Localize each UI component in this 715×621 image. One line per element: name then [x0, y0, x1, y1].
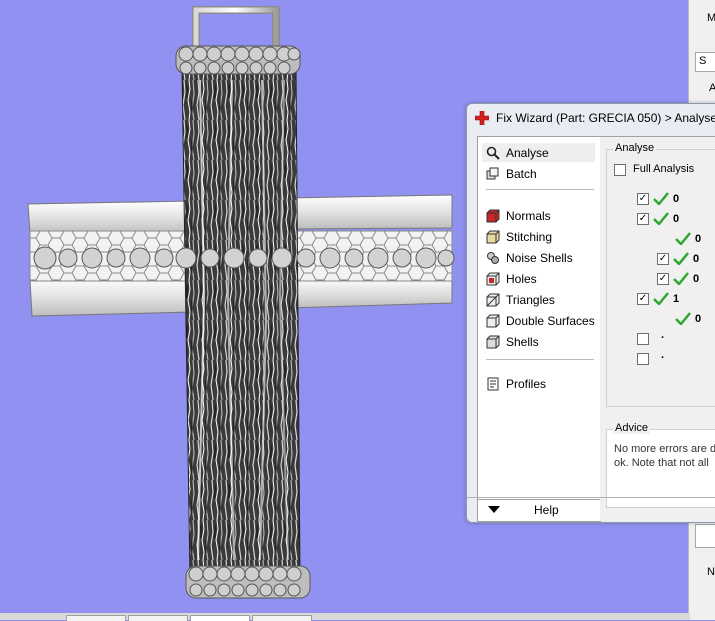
nav-item-batch[interactable]: Batch: [482, 164, 595, 183]
top-bead-ring: [175, 45, 301, 75]
nav-item-label: Holes: [506, 271, 537, 286]
nav-item-label: Shells: [506, 334, 539, 349]
right-panel-text-a: A: [709, 82, 715, 94]
bottom-tab-4[interactable]: [252, 615, 312, 621]
nav-item-normals[interactable]: Normals: [482, 206, 595, 225]
nav-item-label: Analyse: [506, 145, 549, 160]
result-value: 0: [695, 233, 702, 245]
right-panel-button[interactable]: [695, 524, 715, 548]
cross-vertical-bar: [181, 69, 301, 577]
help-label: Help: [534, 503, 559, 517]
right-panel-text-m: M: [707, 12, 715, 24]
nav-item-label: Stitching: [506, 229, 553, 244]
magnifier-icon: [486, 146, 500, 160]
chevron-down-icon: [488, 506, 500, 513]
nav-item-stitching[interactable]: Stitching: [482, 227, 595, 246]
nav-item-label: Profiles: [506, 376, 547, 391]
result-value: .: [661, 349, 665, 361]
profiles-doc-icon: [487, 377, 499, 390]
analyse-group-label: Analyse: [613, 142, 657, 154]
nav-item-label: Noise Shells: [506, 250, 573, 265]
dialog-titlebar[interactable]: Fix Wizard (Part: GRECIA 050) > Analyse: [467, 104, 715, 132]
green-check-icon: [673, 252, 689, 265]
triangles-cube-icon: [486, 293, 500, 306]
dialog-bottom-divider: [467, 497, 715, 498]
result-value: 0: [693, 273, 700, 285]
double-surfaces-cube-icon: [486, 314, 500, 327]
result-checkbox[interactable]: ✓: [637, 193, 649, 205]
result-checkbox[interactable]: ✓: [637, 293, 649, 305]
result-value: 1: [673, 293, 680, 305]
result-value: 0: [673, 213, 680, 225]
result-value: 0: [695, 313, 702, 325]
green-check-icon: [653, 292, 669, 305]
analyse-group: Analyse Full Analysis ✓ 0 ✓ 0 0 ✓ 0 ✓ 0 …: [606, 142, 715, 407]
advice-text-line: No more errors are d: [614, 443, 715, 455]
holes-cube-icon: [486, 272, 500, 285]
nav-item-holes[interactable]: Holes: [482, 269, 595, 288]
bottom-tab-3[interactable]: [190, 615, 250, 621]
nav-item-label: Batch: [506, 166, 537, 181]
normals-cube-icon: [486, 209, 500, 222]
nav-item-label: Double Surfaces: [506, 313, 595, 328]
bottom-bead-ring: [185, 565, 311, 599]
nav-separator: [486, 189, 594, 190]
advice-text-line: ok. Note that not all: [614, 457, 709, 469]
help-button[interactable]: Help: [478, 499, 600, 521]
result-checkbox[interactable]: [637, 353, 649, 365]
stitching-cube-icon: [486, 230, 500, 243]
shells-cube-icon: [486, 335, 500, 348]
nav-item-triangles[interactable]: Triangles: [482, 290, 595, 309]
nav-item-label: Normals: [506, 208, 551, 223]
green-check-icon: [675, 312, 691, 325]
full-analysis-label: Full Analysis: [633, 163, 695, 175]
analyse-page: Analyse Full Analysis ✓ 0 ✓ 0 0 ✓ 0 ✓ 0 …: [600, 136, 715, 521]
result-value: 0: [693, 253, 700, 265]
dialog-title: Fix Wizard (Part: GRECIA 050) > Analyse: [496, 111, 715, 125]
pendant-bail: [192, 6, 280, 48]
right-panel-text-n: N: [707, 566, 715, 578]
fix-wizard-dialog: Fix Wizard (Part: GRECIA 050) > Analyse …: [466, 103, 715, 523]
nav-item-label: Triangles: [506, 292, 555, 307]
green-check-icon: [673, 272, 689, 285]
nav-item-profiles[interactable]: Profiles: [482, 374, 595, 393]
result-checkbox[interactable]: ✓: [637, 213, 649, 225]
result-checkbox[interactable]: [637, 333, 649, 345]
bottom-tab-1[interactable]: [66, 615, 126, 621]
nav-item-double-surfaces[interactable]: Double Surfaces: [482, 311, 595, 330]
nav-separator: [486, 359, 594, 360]
result-checkbox[interactable]: ✓: [657, 273, 669, 285]
right-panel-field-s[interactable]: S: [695, 52, 715, 72]
noise-shells-icon: [487, 251, 499, 264]
full-analysis-checkbox[interactable]: [614, 164, 626, 176]
red-cross-icon: [475, 111, 489, 125]
batch-icon: [486, 167, 499, 179]
result-checkbox[interactable]: ✓: [657, 253, 669, 265]
wizard-nav-list: Analyse Batch Normals Stitching Noise Sh…: [477, 136, 601, 522]
nav-item-noise-shells[interactable]: Noise Shells: [482, 248, 595, 267]
result-value: 0: [673, 193, 680, 205]
green-check-icon: [653, 212, 669, 225]
result-value: .: [661, 329, 665, 341]
bottom-tab-strip: [0, 613, 690, 621]
nav-item-analyse[interactable]: Analyse: [482, 143, 595, 162]
right-panel-text-s: S: [699, 55, 707, 67]
bottom-tab-2[interactable]: [128, 615, 188, 621]
green-check-icon: [653, 192, 669, 205]
nav-item-shells[interactable]: Shells: [482, 332, 595, 351]
advice-group-label: Advice: [613, 422, 651, 434]
green-check-icon: [675, 232, 691, 245]
